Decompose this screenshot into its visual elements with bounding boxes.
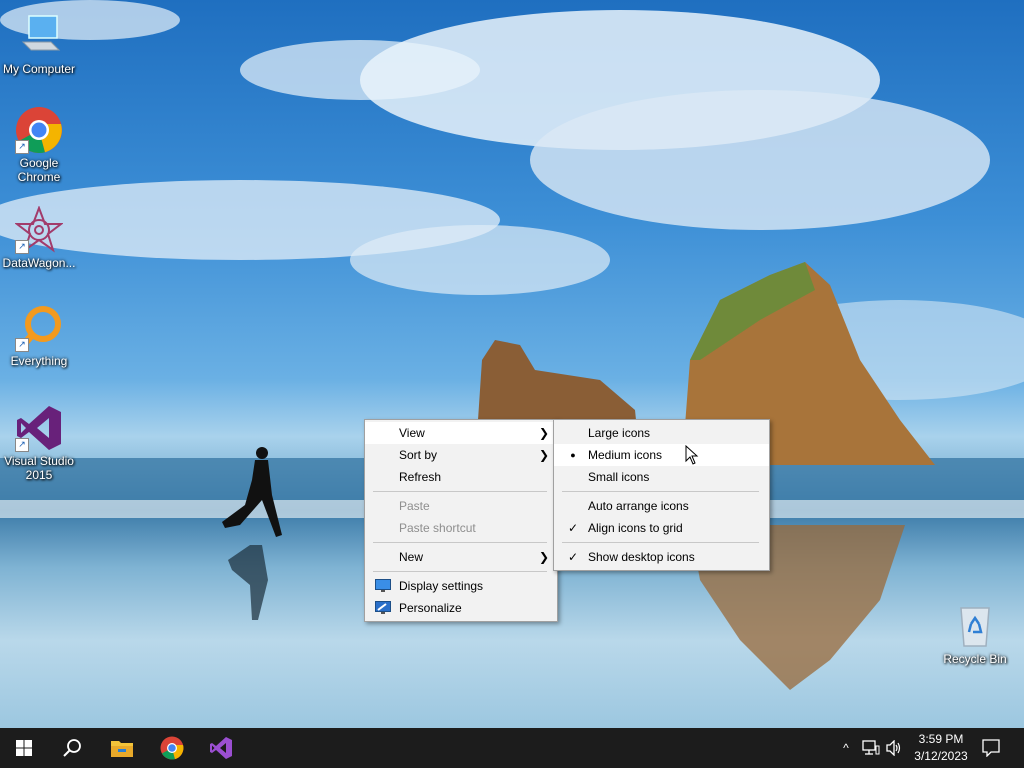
submenu-item-small-icons[interactable]: Small icons xyxy=(554,466,769,488)
taskbar: ^ 3:59 PM 3/12/2023 xyxy=(0,728,1024,768)
menu-item-paste: Paste xyxy=(365,495,557,517)
desktop-icon-everything[interactable]: ↗ Everything xyxy=(0,304,78,368)
taskbar-chrome[interactable] xyxy=(148,728,196,768)
everything-search-icon: ↗ xyxy=(15,304,63,352)
menu-item-sort-by[interactable]: Sort by ❯ xyxy=(365,444,557,466)
network-icon[interactable] xyxy=(862,740,880,756)
menu-item-refresh[interactable]: Refresh xyxy=(365,466,557,488)
menu-item-display-settings[interactable]: Display settings xyxy=(365,575,557,597)
chevron-up-icon: ^ xyxy=(843,741,849,755)
chrome-icon xyxy=(160,736,184,760)
menu-separator xyxy=(373,491,547,492)
windows-start-icon xyxy=(16,740,32,756)
checkmark-icon: ✓ xyxy=(567,521,579,535)
menu-separator xyxy=(562,542,759,543)
menu-separator xyxy=(373,571,547,572)
display-settings-icon xyxy=(375,579,391,592)
menu-item-label: Personalize xyxy=(399,601,462,615)
submenu-item-align-to-grid[interactable]: ✓ Align icons to grid xyxy=(554,517,769,539)
start-button[interactable] xyxy=(0,728,48,768)
submenu-item-large-icons[interactable]: Large icons xyxy=(554,422,769,444)
desktop-icon-label: Recycle Bin xyxy=(943,652,1007,666)
datawagon-icon: ↗ xyxy=(14,205,64,254)
submenu-item-show-desktop-icons[interactable]: ✓ Show desktop icons xyxy=(554,546,769,568)
menu-separator xyxy=(373,542,547,543)
taskbar-visual-studio[interactable] xyxy=(197,728,245,768)
clock-time: 3:59 PM xyxy=(918,732,964,746)
menu-item-personalize[interactable]: Personalize xyxy=(365,597,557,619)
menu-item-label: New xyxy=(399,550,424,564)
menu-item-label: Display settings xyxy=(399,579,484,593)
shortcut-arrow-icon: ↗ xyxy=(15,140,29,154)
menu-item-view[interactable]: View ❯ xyxy=(365,422,557,444)
desktop-icon-label: Visual Studio 2015 xyxy=(4,454,74,482)
desktop-icon-visual-studio[interactable]: ↗ Visual Studio 2015 xyxy=(0,404,78,482)
view-submenu: Large icons ● Medium icons Small icons A… xyxy=(553,419,770,571)
desktop-icon-label: Everything xyxy=(10,354,68,368)
tray-show-hidden-icons[interactable]: ^ xyxy=(838,728,854,768)
clock-date: 3/12/2023 xyxy=(914,749,968,763)
computer-icon xyxy=(15,12,63,60)
menu-item-label: Large icons xyxy=(588,426,651,440)
menu-item-label: Refresh xyxy=(399,470,442,484)
desktop-icon-label: My Computer xyxy=(2,62,76,76)
menu-item-label: Paste xyxy=(399,499,430,513)
menu-item-paste-shortcut: Paste shortcut xyxy=(365,517,557,539)
menu-item-label: Auto arrange icons xyxy=(588,499,689,513)
menu-item-label: Show desktop icons xyxy=(588,550,695,564)
desktop-icon-google-chrome[interactable]: ↗ Google Chrome xyxy=(0,106,78,184)
menu-item-label: View xyxy=(399,426,425,440)
checkmark-icon: ✓ xyxy=(567,550,579,564)
shortcut-arrow-icon: ↗ xyxy=(15,338,29,352)
taskbar-file-explorer[interactable] xyxy=(98,728,146,768)
desktop-icon-label: DataWagon... xyxy=(2,256,76,270)
volume-icon[interactable] xyxy=(885,740,903,756)
recycle-bin-icon xyxy=(951,602,999,650)
desktop-icon-recycle-bin[interactable]: Recycle Bin xyxy=(936,602,1014,666)
clock[interactable]: 3:59 PM 3/12/2023 xyxy=(906,731,976,765)
visual-studio-icon: ↗ xyxy=(15,404,63,452)
shortcut-arrow-icon: ↗ xyxy=(15,438,29,452)
menu-item-label: Align icons to grid xyxy=(588,521,683,535)
chevron-right-icon: ❯ xyxy=(538,426,549,440)
menu-item-new[interactable]: New ❯ xyxy=(365,546,557,568)
desktop-icon-datawagon[interactable]: ↗ DataWagon... xyxy=(0,205,78,270)
search-icon xyxy=(63,739,81,757)
shortcut-arrow-icon: ↗ xyxy=(15,240,29,254)
menu-item-label: Sort by xyxy=(399,448,438,462)
desktop-icon-my-computer[interactable]: My Computer xyxy=(0,12,78,76)
menu-item-label: Small icons xyxy=(588,470,650,484)
desktop-icon-label: Google Chrome xyxy=(17,156,61,184)
personalize-icon xyxy=(375,601,391,614)
chevron-right-icon: ❯ xyxy=(538,550,549,564)
radio-bullet-icon: ● xyxy=(570,450,576,460)
desktop-context-menu: View ❯ Sort by ❯ Refresh Paste Paste sho… xyxy=(364,419,558,622)
chevron-right-icon: ❯ xyxy=(538,448,549,462)
file-explorer-icon xyxy=(111,741,133,757)
menu-separator xyxy=(562,491,759,492)
visual-studio-icon xyxy=(210,737,232,759)
menu-item-label: Paste shortcut xyxy=(399,521,476,535)
search-button[interactable] xyxy=(48,728,96,768)
action-center-icon[interactable] xyxy=(982,739,1000,757)
mouse-pointer-icon xyxy=(685,445,699,465)
submenu-item-auto-arrange[interactable]: Auto arrange icons xyxy=(554,495,769,517)
menu-item-label: Medium icons xyxy=(588,448,663,462)
submenu-item-medium-icons[interactable]: ● Medium icons xyxy=(554,444,769,466)
chrome-icon: ↗ xyxy=(15,106,63,154)
